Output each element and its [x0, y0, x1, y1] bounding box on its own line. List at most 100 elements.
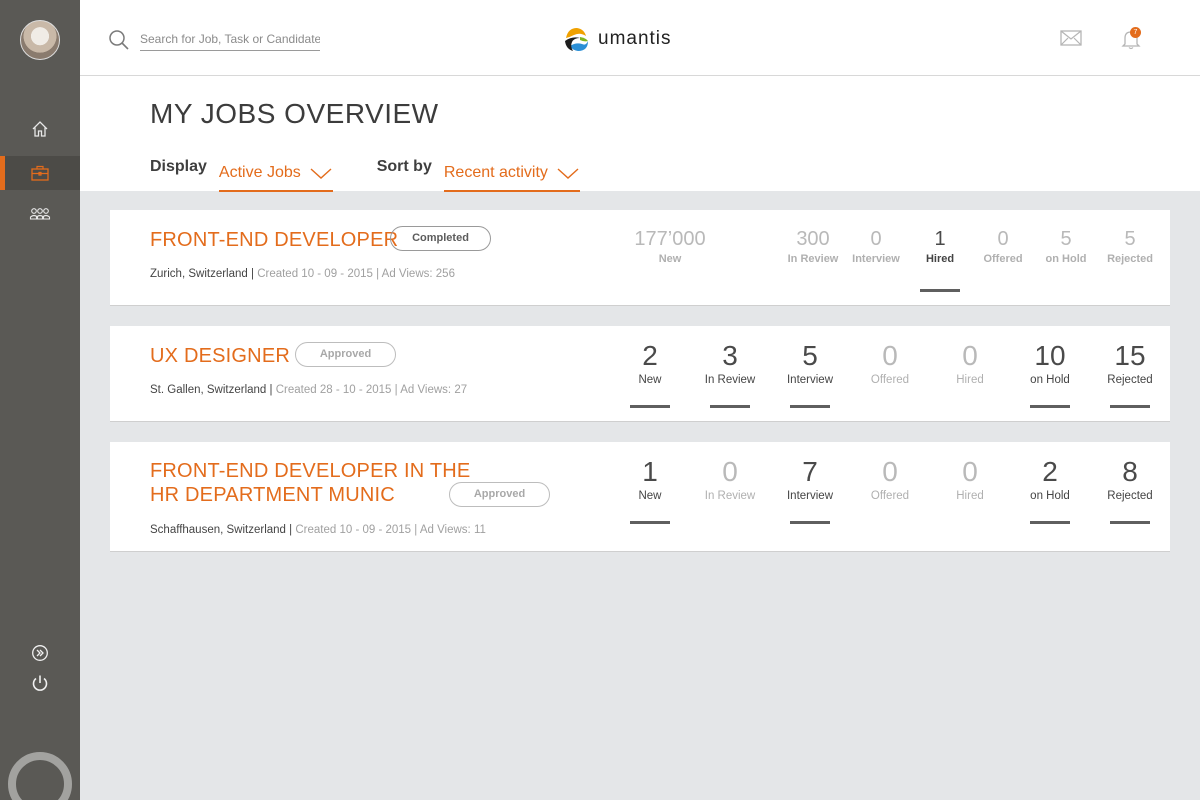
stat-value: 0 — [962, 340, 978, 371]
stat-value: 0 — [882, 340, 898, 371]
stat-rejected[interactable]: 15 Rejected — [1090, 340, 1170, 408]
stat-value: 2 — [1042, 456, 1058, 487]
stat-interview[interactable]: 7 Interview — [770, 456, 850, 524]
notification-badge: 7 — [1130, 27, 1141, 38]
stat-in-review[interactable]: 0 In Review — [690, 456, 770, 502]
job-location: St. Gallen, Switzerland — [150, 384, 267, 396]
job-views: Ad Views: 27 — [400, 384, 468, 396]
job-meta: Schaffhausen, Switzerland | Created 10 -… — [150, 524, 486, 536]
job-title-line: HR DEPARTMENT MUNIC — [150, 484, 395, 506]
search-icon[interactable] — [108, 29, 130, 51]
stat-label: Hired — [956, 374, 984, 386]
sort-dropdown[interactable]: Recent activity — [443, 156, 580, 192]
status-badge: Approved — [295, 342, 396, 367]
stat-value: 0 — [722, 456, 738, 487]
logout-button[interactable] — [0, 666, 80, 700]
stat-underline — [790, 405, 830, 408]
job-title[interactable]: FRONT-END DEVELOPER — [150, 228, 398, 252]
umantis-logo-icon — [565, 28, 588, 51]
stat-label: New — [638, 374, 662, 386]
stat-value: 177’000 — [634, 228, 706, 250]
top-header: umantis 7 — [80, 0, 1200, 76]
stat-underline — [1030, 521, 1070, 524]
stat-interview[interactable]: 5 Interview — [770, 340, 850, 408]
stat-value: 15 — [1114, 340, 1146, 371]
stat-value: 2 — [642, 340, 658, 371]
stat-underline — [630, 521, 670, 524]
stat-offered[interactable]: 0 Offered — [850, 456, 930, 502]
display-dropdown[interactable]: Active Jobs — [218, 156, 333, 192]
stat-label: on Hold — [1030, 490, 1070, 502]
job-created: Created 10 - 09 - 2015 — [257, 268, 373, 280]
power-icon — [32, 675, 48, 691]
stat-label: Rejected — [1107, 490, 1153, 502]
stat-value: 8 — [1122, 456, 1138, 487]
job-views: Ad Views: 11 — [419, 524, 486, 536]
stat-new[interactable]: 1 New — [610, 456, 690, 524]
avatar[interactable] — [20, 20, 60, 60]
display-label: Display — [150, 158, 207, 175]
stat-label: Hired — [956, 490, 984, 502]
job-card[interactable]: FRONT-END DEVELOPER Completed Zurich, Sw… — [110, 210, 1170, 306]
stat-new[interactable]: 177’000 New — [630, 228, 710, 265]
sidebar-item-candidates[interactable] — [0, 197, 80, 231]
stat-underline — [920, 289, 960, 292]
stat-on-hold[interactable]: 10 on Hold — [1010, 340, 1090, 408]
search-input[interactable] — [140, 28, 320, 51]
job-card[interactable]: UX DESIGNER Approved St. Gallen, Switzer… — [110, 326, 1170, 422]
job-title[interactable]: UX DESIGNER — [150, 344, 290, 368]
stat-underline — [1110, 521, 1150, 524]
expand-sidebar-button[interactable] — [0, 636, 80, 670]
stat-label: Rejected — [1107, 253, 1153, 265]
stat-value: 0 — [962, 456, 978, 487]
stat-hired[interactable]: 0 Hired — [930, 456, 1010, 502]
stat-label: Offered — [870, 374, 910, 386]
stat-label: New — [658, 253, 682, 265]
job-created: Created 10 - 09 - 2015 — [295, 524, 412, 536]
stat-value: 3 — [722, 340, 738, 371]
search-bar — [108, 28, 320, 51]
stat-on-hold[interactable]: 2 on Hold — [1010, 456, 1090, 524]
stat-hired[interactable]: 0 Hired — [930, 340, 1010, 386]
status-badge: Completed — [390, 226, 491, 251]
display-value: Active Jobs — [218, 164, 301, 181]
stat-value: 1 — [642, 456, 658, 487]
briefcase-icon — [31, 165, 49, 181]
mail-icon[interactable] — [1060, 30, 1082, 46]
stat-value: 5 — [1124, 228, 1136, 250]
stat-rejected[interactable]: 8 Rejected — [1090, 456, 1170, 524]
page-header: MY JOBS OVERVIEW Display Active Jobs Sor… — [80, 76, 1200, 192]
brand-logo: umantis — [562, 24, 672, 54]
people-icon — [29, 208, 51, 220]
page-title: MY JOBS OVERVIEW — [150, 98, 439, 129]
stat-underline — [1110, 405, 1150, 408]
stat-underline — [1030, 405, 1070, 408]
sidebar-item-jobs[interactable] — [0, 156, 80, 190]
stat-value: 10 — [1034, 340, 1066, 371]
status-badge: Approved — [449, 482, 550, 507]
sort-value: Recent activity — [443, 164, 548, 181]
filter-bar: Display Active Jobs Sort by Recent activ… — [150, 156, 580, 192]
job-created: Created 28 - 10 - 2015 — [275, 384, 392, 396]
stat-label: In Review — [704, 490, 756, 502]
stat-label: Interview — [786, 374, 834, 386]
sidebar-logo — [8, 752, 72, 800]
sidebar-item-home[interactable] — [0, 112, 80, 146]
stat-value: 0 — [882, 456, 898, 487]
sort-label: Sort by — [376, 158, 432, 175]
stat-rejected[interactable]: 5 Rejected — [1090, 228, 1170, 265]
stat-in-review[interactable]: 3 In Review — [690, 340, 770, 408]
job-card[interactable]: FRONT-END DEVELOPER IN THE HR DEPARTMENT… — [110, 442, 1170, 552]
job-views: Ad Views: 256 — [381, 268, 455, 280]
job-location: Zurich, Switzerland — [150, 268, 248, 280]
stat-label: New — [638, 490, 662, 502]
stat-new[interactable]: 2 New — [610, 340, 690, 408]
sidebar — [0, 0, 80, 800]
stat-underline — [710, 405, 750, 408]
job-title[interactable]: FRONT-END DEVELOPER IN THE HR DEPARTMENT… — [150, 459, 470, 507]
stat-offered[interactable]: 0 Offered — [850, 340, 930, 386]
expand-icon — [32, 645, 48, 661]
chevron-down-icon — [310, 168, 332, 179]
job-title-line: FRONT-END DEVELOPER IN THE — [150, 460, 471, 482]
brand-name: umantis — [598, 28, 672, 49]
